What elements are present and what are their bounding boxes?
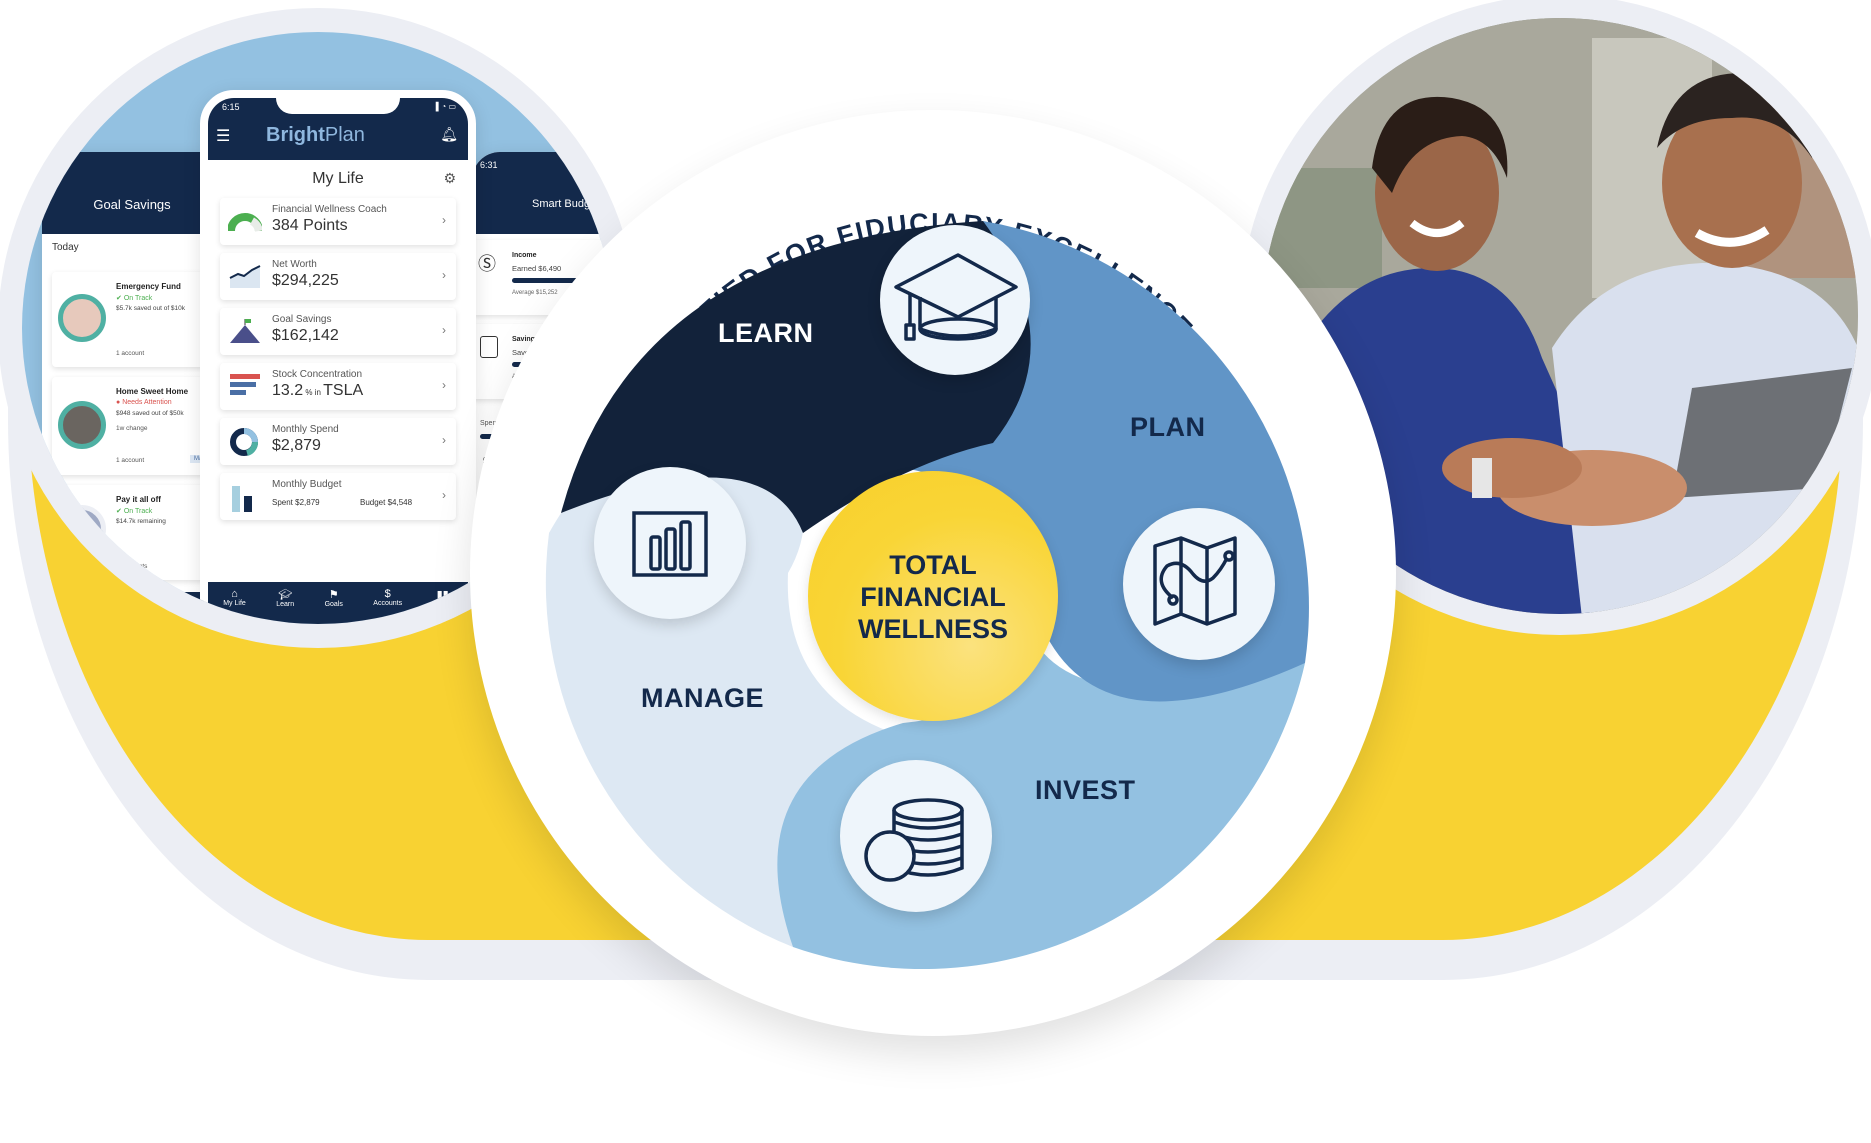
logo-bright: Bright [266, 124, 325, 146]
phone-my-life: 6:15 ▌◔ ▭ ☰ BrightPlan 🔔︎ My Life ⚙ Fina… [200, 90, 476, 624]
my-life-card[interactable]: Goal Savings $162,142 › [220, 308, 456, 355]
card-value: $294,225 [272, 272, 339, 289]
card-label: Monthly Spend [272, 424, 339, 435]
invest-icon-disc[interactable] [840, 760, 992, 912]
goal-status-on-track: ✔ On Track [116, 508, 153, 515]
nav-label: Accounts [373, 600, 403, 607]
label-manage: MANAGE [641, 683, 764, 713]
goal-accounts: 4 accounts [116, 563, 148, 570]
card-label: Net Worth [272, 259, 317, 270]
my-life-card[interactable]: Monthly Spend $2,879 › [220, 418, 456, 465]
nav-label: My Life [223, 600, 246, 607]
goal-image-lifebuoy [58, 294, 106, 342]
card-label: Stock Concentration [272, 369, 363, 380]
mountain-flag-icon [228, 317, 262, 350]
card-value: $162,142 [272, 327, 339, 344]
my-life-card[interactable]: Stock Concentration 13.2 % in TSLA › [220, 363, 456, 410]
label-plan: PLAN [1130, 412, 1206, 442]
nav-label: Learn [276, 601, 295, 608]
center-line-2: FINANCIAL [860, 582, 1006, 612]
phone-notch [276, 98, 400, 114]
card-value: $2,879 [272, 437, 321, 454]
center-line-3: WELLNESS [857, 614, 1008, 644]
chevron-right-icon[interactable]: › [442, 213, 446, 227]
chevron-right-icon[interactable]: › [442, 488, 446, 502]
nav-goals[interactable]: ⚑ Goals [325, 588, 343, 608]
nav-icon: ▮▮ [436, 589, 449, 601]
line-chart-icon [228, 262, 262, 293]
card-label: Financial Wellness Coach [272, 204, 387, 215]
goal-detail: $948 saved out of $50k [116, 410, 184, 417]
goal-accounts: 1 account [116, 457, 145, 464]
goal-savings-title: Goal Savings [93, 197, 171, 212]
my-life-card[interactable]: Financial Wellness Coach 384 Points › [220, 198, 456, 245]
nav-icon: $ [384, 588, 391, 600]
goal-status-text: Needs Attention [122, 399, 172, 406]
goal-name: Home Sweet Home [116, 387, 189, 396]
donut-icon [228, 427, 262, 462]
nav-learn[interactable]: 🎓︎ Learn [276, 588, 294, 608]
budget-bars-icon [228, 482, 262, 517]
manage-icon-disc[interactable] [594, 467, 746, 619]
label-learn: LEARN [718, 318, 814, 348]
plan-icon-disc[interactable] [1123, 508, 1275, 660]
center-line-1: TOTAL [889, 550, 977, 580]
chevron-right-icon[interactable]: › [442, 433, 446, 447]
my-life-title: My Life [312, 170, 364, 187]
goal-name: Emergency Fund [116, 282, 181, 291]
chevron-right-icon[interactable]: › [442, 378, 446, 392]
today-label: Today [52, 242, 79, 253]
goal-detail: $5.7k saved out of $10k [116, 305, 186, 312]
goal-name: Pay it all off [116, 495, 161, 504]
my-life-card[interactable]: Monthly Budget Spent $2,879 Budget $4,548 › [220, 473, 456, 520]
status-time: 6:15 [222, 102, 240, 112]
nav-my-life[interactable]: ⌂ My Life [223, 588, 246, 608]
my-life-card[interactable]: Net Worth $294,225 › [220, 253, 456, 300]
goal-detail: $14.7k remaining [116, 518, 166, 525]
card-label: Goal Savings [272, 314, 332, 325]
goal-image-house [58, 401, 106, 449]
nav-icon: ⌂ [231, 588, 238, 600]
chevron-right-icon[interactable]: › [442, 323, 446, 337]
goal-status-text: On Track [123, 508, 153, 515]
label-invest: INVEST [1035, 775, 1136, 805]
goal-image-card [58, 505, 106, 553]
bottom-nav: ⌂ My Life 🎓︎ Learn ⚑ Goals $ Accounts ▮▮ Spend [208, 582, 468, 624]
goal-status-on-track: ✔ On Track [116, 295, 153, 302]
bars-icon [228, 372, 262, 403]
hamburger-menu-icon[interactable]: ☰ [216, 126, 230, 146]
card-label: Monthly Budget [272, 479, 342, 490]
center-label: TOTAL FINANCIAL WELLNESS [808, 549, 1058, 645]
gauge-icon [227, 207, 263, 242]
goal-status-needs-attention: ● Needs Attention [116, 399, 172, 406]
goal-status-text: On Track [123, 295, 153, 302]
chevron-right-icon[interactable]: › [442, 268, 446, 282]
nav-label: Goals [324, 601, 343, 608]
bottom-nav-items: ⌂ My Life 🎓︎ Learn ⚑ Goals $ Accounts ▮▮ Spend [208, 582, 468, 608]
center-total-financial-wellness[interactable]: TOTAL FINANCIAL WELLNESS [808, 471, 1058, 721]
gear-icon[interactable]: ⚙ [443, 170, 456, 187]
card-budget: Budget $4,548 [360, 498, 413, 507]
nav-spend[interactable]: ▮▮ Spend [433, 588, 453, 608]
bar-chart-icon [632, 511, 708, 577]
goal-accounts: 1 account [116, 350, 145, 357]
learn-icon-disc[interactable] [880, 225, 1030, 375]
nav-icon: ⚑ [328, 589, 339, 601]
goal-change-label: 1w change [116, 425, 148, 432]
coin-stack-icon [864, 798, 964, 882]
map-route-icon [1153, 536, 1237, 626]
card-value: 384 Points [272, 217, 348, 234]
card-value: 13.2 % in TSLA [272, 382, 364, 399]
nav-label: Spend [432, 601, 453, 608]
my-life-header: 6:15 ▌◔ ▭ ☰ BrightPlan 🔔︎ [208, 98, 468, 160]
status-icons: ▌◔ ▭ [435, 102, 456, 111]
brightplan-logo: BrightPlan [266, 124, 365, 147]
logo-plan: Plan [324, 124, 365, 146]
bell-icon[interactable]: 🔔︎ [440, 126, 458, 143]
graduation-cap-icon [894, 253, 1018, 341]
card-spent: Spent $2,879 [272, 498, 320, 507]
nav-icon: 🎓︎ [278, 589, 293, 601]
nav-accounts[interactable]: $ Accounts [373, 588, 402, 608]
